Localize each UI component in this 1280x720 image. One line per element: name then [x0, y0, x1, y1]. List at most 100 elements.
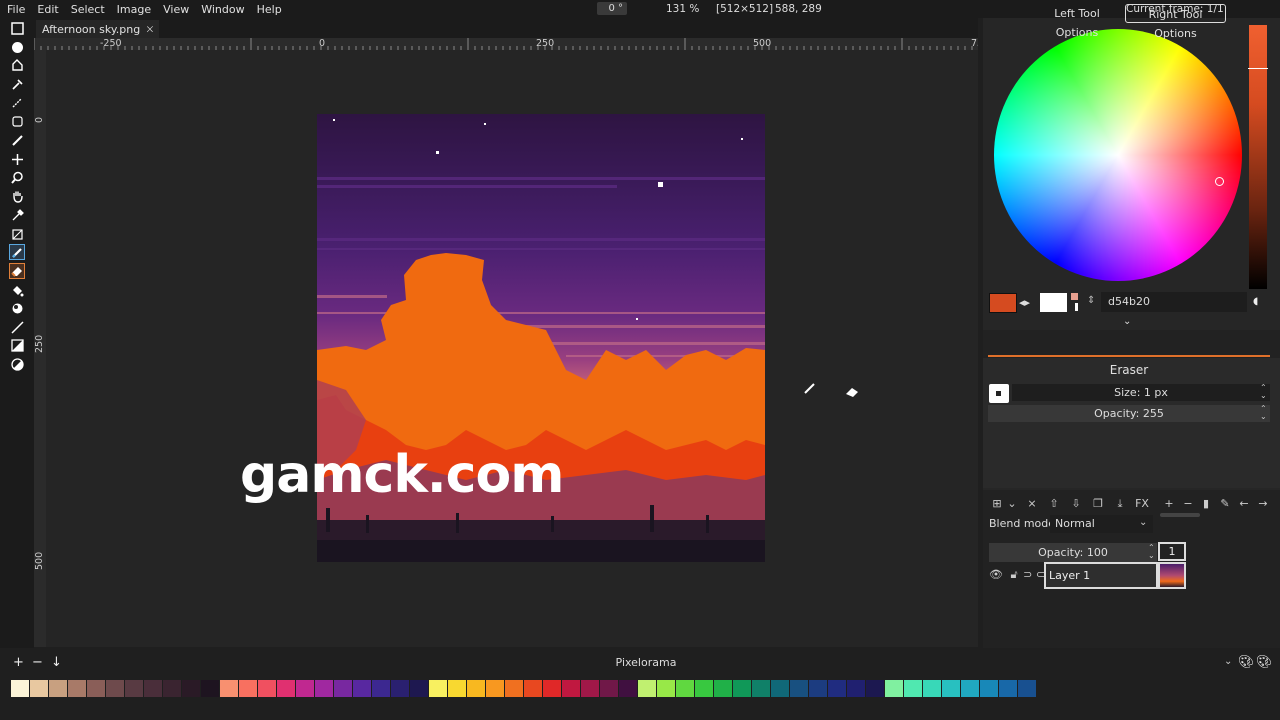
bucket-icon[interactable]: [10, 283, 24, 297]
palette-swatch[interactable]: [619, 680, 637, 697]
palette-swatch[interactable]: [581, 680, 599, 697]
size-spin-icon[interactable]: ⌃ ⌄: [1260, 384, 1267, 400]
menu-image[interactable]: Image: [110, 3, 156, 16]
canvas-viewport[interactable]: [46, 50, 978, 647]
palette-swatch[interactable]: [980, 680, 998, 697]
layer-opacity-spin-icon[interactable]: ⌃ ⌄: [1148, 544, 1155, 560]
palette-swatch[interactable]: [49, 680, 67, 697]
palette-swatch[interactable]: [676, 680, 694, 697]
palette-swatch[interactable]: [334, 680, 352, 697]
palette-swatch[interactable]: [182, 680, 200, 697]
chevron-down-icon[interactable]: ⌄: [1123, 316, 1131, 327]
menu-edit[interactable]: Edit: [30, 3, 63, 16]
palette-swatch[interactable]: [524, 680, 542, 697]
palette-swatch[interactable]: [847, 680, 865, 697]
layer-fx-button[interactable]: FX: [1134, 496, 1150, 512]
menu-file[interactable]: File: [0, 3, 30, 16]
palette-swatch[interactable]: [315, 680, 333, 697]
ellipse-select-icon[interactable]: [10, 40, 24, 54]
palette-swatch[interactable]: [828, 680, 846, 697]
palette-swatch[interactable]: [467, 680, 485, 697]
add-layer-icon[interactable]: ⊞: [989, 496, 1005, 512]
menu-select[interactable]: Select: [64, 3, 110, 16]
layer-menu-chevron-icon[interactable]: ⌄: [1004, 496, 1020, 512]
layer-opacity-slider[interactable]: Opacity: 100: [989, 543, 1157, 562]
crop-icon[interactable]: [10, 227, 24, 241]
blend-mode-select[interactable]: Normal: [1050, 515, 1153, 533]
hex-color-input[interactable]: d54b20: [1101, 292, 1247, 312]
pan-hand-icon[interactable]: [10, 189, 24, 203]
zoom-icon[interactable]: [10, 170, 24, 184]
palette-swatch[interactable]: [866, 680, 884, 697]
layer-cel-thumbnail[interactable]: [1158, 562, 1186, 589]
close-icon[interactable]: 🞩: [146, 22, 153, 37]
palette-swatch[interactable]: [999, 680, 1017, 697]
palette-swatch[interactable]: [600, 680, 618, 697]
palette-swatch[interactable]: [11, 680, 29, 697]
palette-name[interactable]: Pixelorama: [0, 656, 1280, 669]
palette-swatch[interactable]: [543, 680, 561, 697]
picker-mode-icon[interactable]: ⇕: [1087, 295, 1095, 306]
remove-layer-icon[interactable]: ⨯: [1024, 496, 1040, 512]
palette-swatch[interactable]: [638, 680, 656, 697]
tab-right-tool-options[interactable]: Right Tool Options: [1125, 4, 1226, 40]
color-wheel-marker[interactable]: [1215, 177, 1224, 186]
menu-window[interactable]: Window: [194, 3, 249, 16]
tab-afternoon-sky[interactable]: Afternoon sky.png 🞩: [36, 20, 160, 38]
pencil-select-icon[interactable]: [10, 133, 24, 147]
left-color-swatch[interactable]: [989, 293, 1017, 313]
frame-number-button[interactable]: 1: [1158, 542, 1186, 561]
palette-swatch[interactable]: [220, 680, 238, 697]
move-icon[interactable]: [10, 152, 24, 166]
remove-frame-icon[interactable]: −: [1180, 496, 1196, 512]
menu-view[interactable]: View: [156, 3, 194, 16]
pixel-art-canvas[interactable]: [46, 50, 978, 647]
color-picker-icon[interactable]: [10, 208, 24, 222]
rectangle-icon[interactable]: [10, 338, 24, 352]
value-slider[interactable]: [1249, 25, 1267, 289]
onion-skin-icon[interactable]: ✎: [1217, 496, 1233, 512]
menu-help[interactable]: Help: [250, 3, 287, 16]
eraser-icon[interactable]: [9, 263, 25, 279]
palette-swatch[interactable]: [714, 680, 732, 697]
color-select-icon[interactable]: [10, 77, 24, 91]
palette-swatch[interactable]: [448, 680, 466, 697]
palette-swatch[interactable]: [961, 680, 979, 697]
palette-swatch[interactable]: [258, 680, 276, 697]
brush-size-slider[interactable]: Size: 1 px: [1012, 384, 1270, 401]
previous-color-swatch-alt[interactable]: [1075, 303, 1078, 311]
move-frame-left-icon[interactable]: ←: [1236, 496, 1252, 512]
palette-swatch[interactable]: [771, 680, 789, 697]
palette-swatch[interactable]: [68, 680, 86, 697]
magic-wand-icon[interactable]: [10, 95, 24, 109]
palette-swatch[interactable]: [353, 680, 371, 697]
right-color-swatch[interactable]: [1040, 293, 1067, 312]
palette-swatch[interactable]: [809, 680, 827, 697]
polygon-select-icon[interactable]: [10, 58, 24, 72]
palette-swatch[interactable]: [106, 680, 124, 697]
link-icon[interactable]: ⊃ ⊂: [1023, 568, 1045, 581]
swap-colors-icon[interactable]: ◂▸: [1019, 296, 1030, 309]
palette-swatch[interactable]: [87, 680, 105, 697]
opacity-spin-icon[interactable]: ⌃ ⌄: [1260, 405, 1267, 421]
frame-scrollbar[interactable]: [1160, 513, 1200, 517]
eraser-opacity-slider[interactable]: Opacity: 255: [988, 405, 1270, 422]
palette-edit-icon[interactable]: 🎨︎: [1238, 655, 1255, 670]
palette-swatch[interactable]: [201, 680, 219, 697]
palette-settings-icon[interactable]: 🎨︎: [1256, 655, 1273, 670]
palette-swatch[interactable]: [296, 680, 314, 697]
palette-swatch[interactable]: [239, 680, 257, 697]
rotation-field[interactable]: 0 °: [597, 2, 627, 15]
color-wheel[interactable]: [994, 29, 1242, 281]
palette-swatch[interactable]: [429, 680, 447, 697]
palette-swatch[interactable]: [923, 680, 941, 697]
palette-swatch[interactable]: [733, 680, 751, 697]
palette-swatch[interactable]: [486, 680, 504, 697]
layer-name-button[interactable]: Layer 1: [1044, 562, 1158, 589]
palette-swatch[interactable]: [695, 680, 713, 697]
move-layer-up-icon[interactable]: ⇧: [1046, 496, 1062, 512]
tab-left-tool-options[interactable]: Left Tool Options: [1032, 4, 1122, 39]
rect-select-icon[interactable]: [10, 21, 24, 35]
add-frame-icon[interactable]: +: [1161, 496, 1177, 512]
visibility-eye-icon[interactable]: 👁: [989, 568, 1003, 581]
